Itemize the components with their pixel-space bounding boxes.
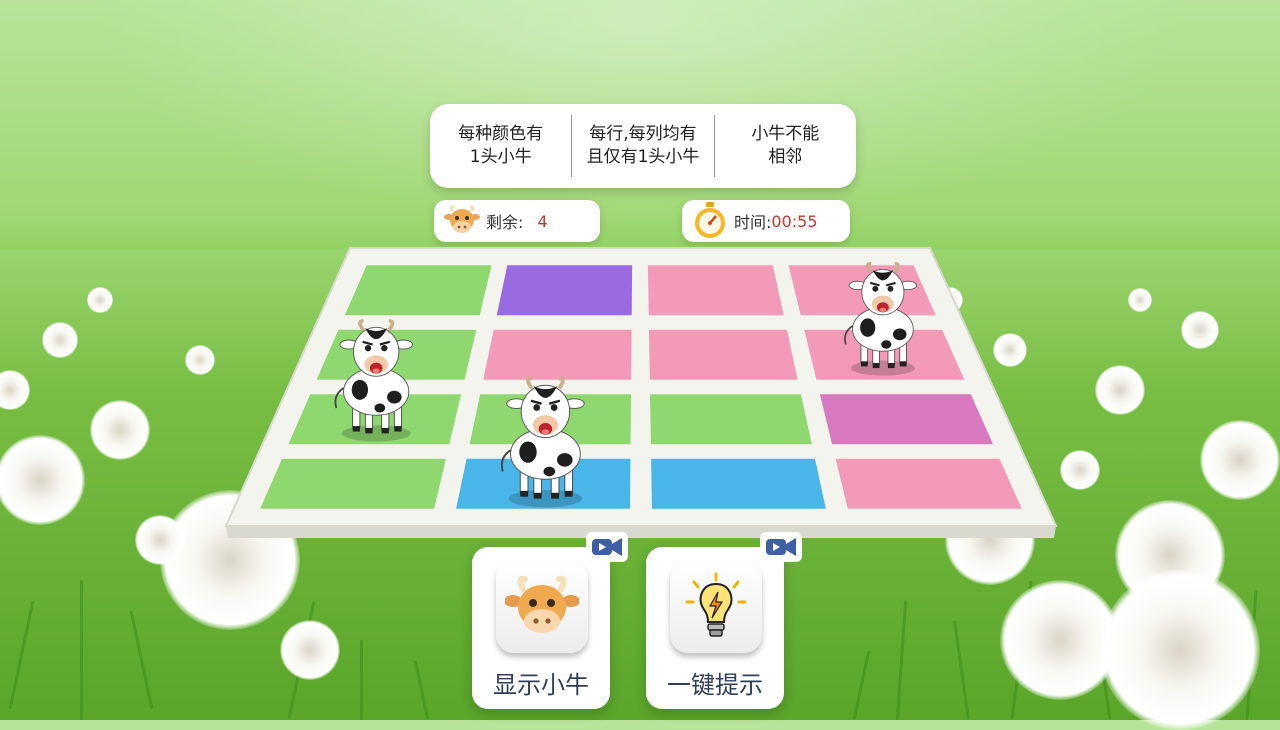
puzzle-board — [0, 0, 1280, 720]
hint-button[interactable]: 一键提示 — [646, 547, 784, 709]
board-cell-r3-c3[interactable] — [835, 458, 1022, 509]
board-cell-r1-c1[interactable] — [483, 329, 632, 380]
hint-label: 一键提示 — [667, 671, 763, 699]
video-camera-icon[interactable] — [586, 532, 628, 562]
board-cell-r0-c2[interactable] — [647, 265, 784, 316]
board-cell-r3-c2[interactable] — [651, 458, 826, 509]
board-cell-r2-c2[interactable] — [650, 394, 812, 445]
video-camera-icon[interactable] — [760, 532, 802, 562]
cow-face-icon — [496, 561, 588, 653]
board-cell-r3-c0[interactable] — [260, 458, 446, 509]
show-cow-label: 显示小牛 — [493, 671, 589, 699]
show-cow-button[interactable]: 显示小牛 — [472, 547, 610, 709]
board-cell-r0-c1[interactable] — [496, 265, 633, 316]
board-cell-r1-c2[interactable] — [648, 329, 798, 380]
board-edge — [226, 526, 1056, 538]
lightbulb-icon — [670, 561, 762, 653]
board-cell-r2-c3[interactable] — [819, 394, 994, 445]
board-cell-r0-c0[interactable] — [344, 265, 492, 316]
